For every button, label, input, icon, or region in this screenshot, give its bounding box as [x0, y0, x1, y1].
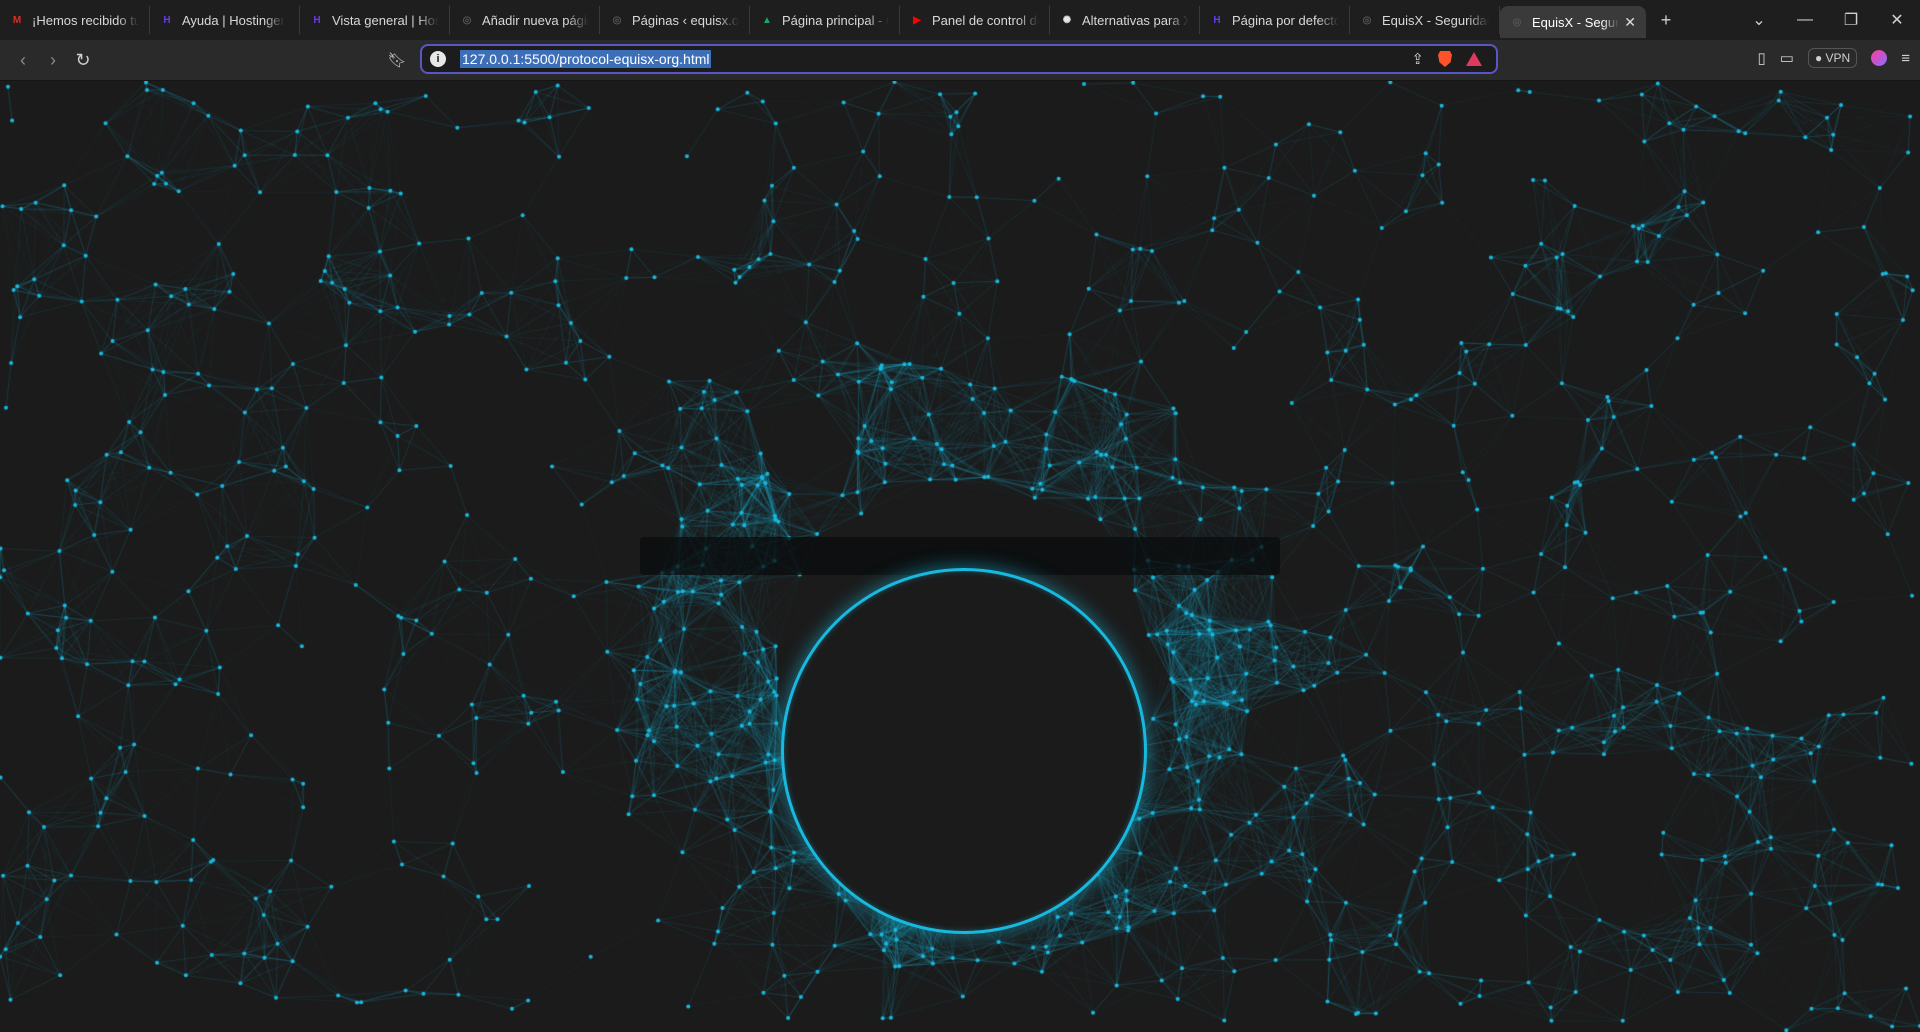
google-drive-icon: ▲: [762, 14, 772, 26]
tab-title: Página por defecto: [1232, 12, 1339, 28]
globe-icon: ◎: [612, 14, 622, 26]
globe-icon: ◎: [462, 14, 472, 26]
tab-title: Añadir nueva págin: [482, 12, 589, 28]
browser-tab[interactable]: ◎ Añadir nueva págin: [450, 6, 600, 34]
close-window-icon[interactable]: ✕: [1874, 10, 1920, 30]
tab-title: EquisX - Seguridad: [1382, 12, 1489, 28]
browser-tab[interactable]: ▲ Página principal - G: [750, 6, 900, 34]
share-icon[interactable]: ⇪: [1411, 50, 1424, 68]
wallet-icon[interactable]: ▭: [1780, 49, 1794, 67]
browser-tab[interactable]: M ¡Hemos recibido tu: [0, 6, 150, 34]
browser-tab[interactable]: ◎ EquisX - Seguridad: [1350, 6, 1500, 34]
site-info-icon[interactable]: i: [430, 51, 446, 67]
tab-strip: M ¡Hemos recibido tu H Ayuda | Hostinger H Vi…: [0, 0, 1920, 40]
window-controls: ⌄ — ❐ ✕: [1736, 0, 1920, 40]
browser-tab[interactable]: H Página por defecto: [1200, 6, 1350, 34]
hostinger-icon: H: [163, 14, 171, 26]
reload-icon[interactable]: ↻: [68, 50, 98, 71]
hostinger-icon: H: [313, 14, 321, 26]
forward-icon[interactable]: ›: [38, 50, 68, 71]
minimize-icon[interactable]: —: [1782, 11, 1828, 29]
tab-title: Alternativas para X: [1082, 12, 1189, 28]
globe-icon: ◎: [1362, 14, 1372, 26]
brave-rewards-icon[interactable]: [1466, 52, 1482, 66]
vpn-button[interactable]: ● VPN: [1807, 48, 1858, 68]
new-tab-icon[interactable]: +: [1646, 10, 1686, 31]
sidebar-toggle-icon[interactable]: ▯: [1758, 49, 1766, 67]
tab-title: Vista general | Host: [332, 12, 439, 28]
browser-tab[interactable]: H Vista general | Host: [300, 6, 450, 34]
toolbar-right: ▯ ▭ ● VPN ≡: [1758, 48, 1910, 68]
browser-tab[interactable]: ▶ Panel de control de: [900, 6, 1050, 34]
url-text[interactable]: 127.0.0.1:5500/protocol-equisx-org.html: [460, 50, 712, 68]
back-icon[interactable]: ‹: [8, 50, 38, 71]
bookmark-icon[interactable]: 🔖︎: [382, 51, 412, 69]
tab-title: Páginas ‹ equisx.org: [632, 12, 739, 28]
menu-icon[interactable]: ≡: [1901, 50, 1910, 67]
restore-icon[interactable]: ❐: [1828, 10, 1874, 30]
tab-title: Panel de control de: [932, 12, 1039, 28]
tab-list: M ¡Hemos recibido tu H Ayuda | Hostinger H Vi…: [0, 0, 1646, 40]
hostinger-icon: H: [1213, 14, 1221, 26]
tab-title: Página principal - G: [782, 12, 889, 28]
globe-icon: ◎: [1512, 16, 1522, 28]
leo-ai-icon[interactable]: [1871, 50, 1888, 66]
tab-search-icon[interactable]: ⌄: [1736, 10, 1782, 30]
browser-tab[interactable]: ◎ EquisX - Segur ✕: [1500, 6, 1646, 38]
browser-tab[interactable]: ◎ Páginas ‹ equisx.org: [600, 6, 750, 34]
dark-overlay-bar: [640, 537, 1280, 575]
tab-title: Ayuda | Hostinger: [182, 12, 285, 28]
chatgpt-icon: ✺: [1062, 14, 1072, 26]
close-tab-icon[interactable]: ✕: [1624, 14, 1636, 31]
browser-toolbar: ‹ › ↻ 🔖︎ i 127.0.0.1:5500/protocol-equis…: [0, 40, 1920, 81]
address-bar[interactable]: i 127.0.0.1:5500/protocol-equisx-org.htm…: [420, 44, 1498, 74]
browser-tab[interactable]: H Ayuda | Hostinger: [150, 6, 300, 34]
page-content: [0, 81, 1920, 1032]
youtube-icon: ▶: [913, 14, 921, 26]
tab-title: EquisX - Segur: [1532, 14, 1620, 30]
browser-tab[interactable]: ✺ Alternativas para X: [1050, 6, 1200, 34]
glowing-circle: [784, 571, 1144, 931]
tab-title: ¡Hemos recibido tu: [32, 12, 139, 28]
vpn-label: VPN: [1825, 51, 1851, 65]
gmail-icon: M: [12, 14, 22, 26]
address-bar-actions: ⇪: [1411, 50, 1482, 68]
brave-shields-icon[interactable]: [1438, 51, 1452, 67]
